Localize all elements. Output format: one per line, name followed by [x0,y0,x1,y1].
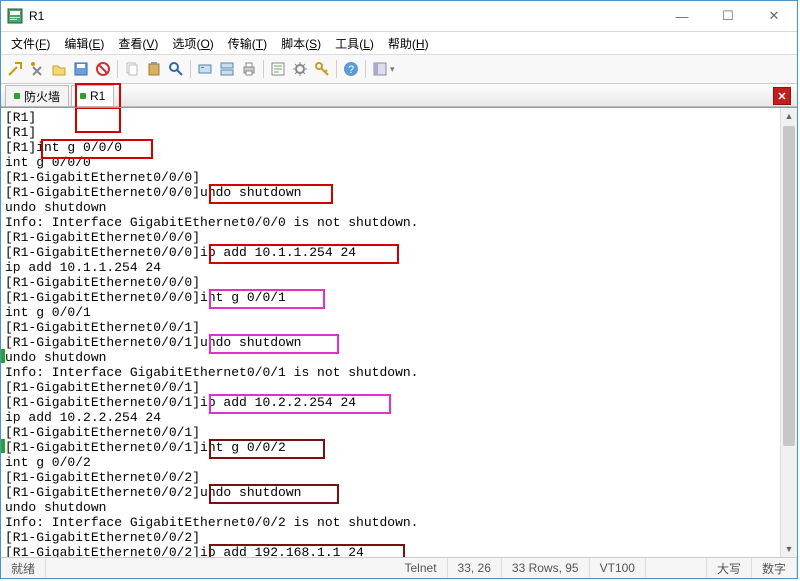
status-emulation: VT100 [590,558,646,578]
terminal-output[interactable]: [R1] [R1] [R1]int g 0/0/0 int g 0/0/0 [R… [5,110,781,557]
menu-edit[interactable]: 编辑(E) [58,33,110,54]
menu-help[interactable]: 帮助(H) [382,33,435,54]
svg-text:?: ? [348,64,354,76]
toolbar-sep-3 [263,60,264,78]
toolbar-sep-5 [365,60,366,78]
menu-options[interactable]: 选项(O) [166,33,219,54]
tab-label: R1 [90,89,105,103]
toolbar-sep-1 [117,60,118,78]
paste-icon[interactable] [144,59,164,79]
status-cursor: 33, 26 [448,558,502,578]
scrollbar[interactable]: ▲ ▼ [780,108,797,557]
scroll-thumb[interactable] [783,126,795,446]
menu-view[interactable]: 查看(V) [112,33,164,54]
toolbar-sep-2 [190,60,191,78]
find-icon[interactable] [166,59,186,79]
terminal-area: [R1] [R1] [R1]int g 0/0/0 int g 0/0/0 [R… [1,107,797,557]
help-icon[interactable]: ? [341,59,361,79]
edge-marker [1,439,5,453]
close-button[interactable]: ✕ [751,1,797,31]
scroll-up-icon[interactable]: ▲ [781,108,797,124]
tab-label: 防火墙 [24,88,60,105]
edge-marker [1,349,5,363]
toolbar: ? ▾ [1,55,797,84]
toggle-panel-icon[interactable] [370,59,390,79]
toolbar-sep-4 [336,60,337,78]
status-num: 数字 [752,558,797,578]
app-window: R1 — ☐ ✕ 文件(F) 编辑(E) 查看(V) 选项(O) 传输(T) 脚… [0,0,798,579]
menu-transport[interactable]: 传输(T) [222,33,273,54]
scroll-down-icon[interactable]: ▼ [781,541,797,557]
window-controls: — ☐ ✕ [659,1,797,31]
status-ready: 就绪 [1,558,46,578]
tab-firewall[interactable]: 防火墙 [5,85,69,106]
terminal-viewport[interactable]: [R1] [R1] [R1]int g 0/0/0 int g 0/0/0 [R… [1,108,781,557]
host-list-icon[interactable] [217,59,237,79]
quick-connect-icon[interactable] [5,59,25,79]
dropdown-caret-icon[interactable]: ▾ [390,64,395,75]
new-host-icon[interactable] [195,59,215,79]
statusbar: 就绪 Telnet 33, 26 33 Rows, 95 VT100 大写 数字 [1,557,797,578]
maximize-button[interactable]: ☐ [705,1,751,31]
close-tab-button[interactable]: ✕ [773,87,791,105]
reconnect-icon[interactable] [27,59,47,79]
menu-script[interactable]: 脚本(S) [275,33,327,54]
status-dot-icon [80,93,86,99]
copy-icon[interactable] [122,59,142,79]
key-icon[interactable] [312,59,332,79]
status-caps: 大写 [707,558,752,578]
tab-r1[interactable]: R1 [71,85,114,106]
menubar: 文件(F) 编辑(E) 查看(V) 选项(O) 传输(T) 脚本(S) 工具(L… [1,32,797,55]
menu-tools[interactable]: 工具(L) [329,33,380,54]
status-protocol: Telnet [395,558,448,578]
disconnect-icon[interactable] [93,59,113,79]
titlebar: R1 — ☐ ✕ [1,1,797,32]
minimize-button[interactable]: — [659,1,705,31]
print-icon[interactable] [239,59,259,79]
status-rows: 33 Rows, 95 [502,558,590,578]
properties-icon[interactable] [268,59,288,79]
window-title: R1 [29,9,659,23]
menu-file[interactable]: 文件(F) [5,33,56,54]
tabbar: 防火墙 R1 ✕ [1,84,797,107]
save-session-icon[interactable] [71,59,91,79]
status-dot-icon [14,93,20,99]
settings-icon[interactable] [290,59,310,79]
app-icon [7,8,23,24]
open-session-icon[interactable] [49,59,69,79]
